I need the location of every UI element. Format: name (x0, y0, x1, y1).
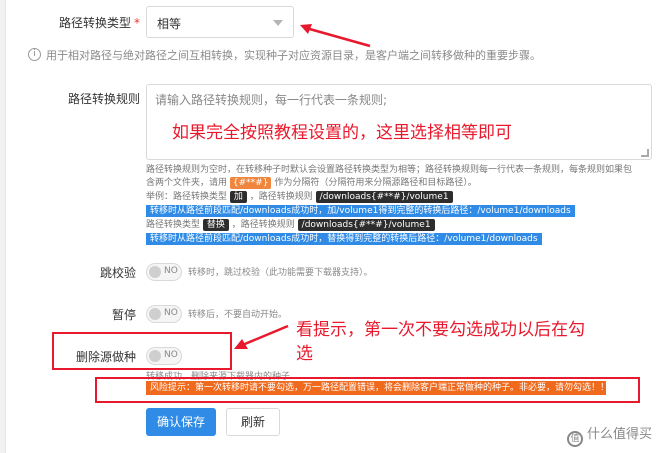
annotation-select-note: 如果完全按照教程设置的，这里选择相等即可 (172, 123, 512, 143)
example1-type-code: 加 (229, 191, 247, 203)
left-panel-edge (0, 0, 6, 453)
pause-toggle[interactable]: NO (146, 305, 182, 323)
example1-rule-code: /downloads{#**#}/volume1 (315, 191, 453, 203)
watermark: 值什么值得买 (566, 423, 652, 447)
watermark-logo-icon: 值 (566, 431, 583, 447)
rules-example2-result: 转移时从路径前段匹配/downloads成功时，替换得到完整的转换后路径：/vo… (146, 233, 542, 245)
path-type-hint: 用于相对路径与绝对路径之间互相转换，实现种子对应资源目录，是客户端之间转移做种的… (46, 49, 541, 62)
path-type-label: 路径转换类型 * (58, 16, 140, 30)
annotation-arrow-icon (300, 24, 371, 48)
risk-warning-banner: 风险提示：第一次转移时请不要勾选，万一路径配置错误，将会删除客户端正常做种的种子… (146, 381, 606, 395)
chevron-down-icon (273, 20, 283, 26)
annotation-check-note: 看提示，第一次不要勾选成功以后在勾 选 (296, 320, 585, 364)
toggle-knob (149, 350, 161, 362)
delete-source-label: 删除源做种 (75, 350, 136, 364)
path-type-select[interactable]: 相等 (146, 6, 294, 38)
confirm-save-button[interactable]: 确认保存 (146, 408, 216, 436)
rules-example2: 路径转换类型 替换 ，路径转换规则 /downloads{#**#}/volum… (146, 219, 435, 231)
rules-help-line1: 路径转换规则为空时，在转移种子时默认会设置路径转换类型为相等；路径转换规则每一行… (146, 165, 633, 175)
example2-type-code: 替换 (202, 219, 229, 231)
rules-placeholder: 请输入路径转换规则，每一行代表一条规则; (155, 93, 388, 107)
example2-rule-code: /downloads{#**#}/volume1 (297, 219, 435, 231)
annotation-arrow-icon (234, 324, 289, 349)
rules-help-line2: 含两个文件夹，请用 {#**#} 作为分隔符（分隔符用来分隔源路径和目标路径）。 (146, 177, 477, 189)
pause-label: 暂停 (111, 308, 136, 322)
info-icon: i (28, 48, 41, 61)
pause-hint: 转移后，不要自动开始。 (188, 310, 288, 320)
toggle-knob (149, 266, 161, 278)
skip-check-hint: 转移时，跳过校验（此功能需要下载器支持）。 (188, 268, 373, 278)
path-type-selected-value: 相等 (157, 17, 182, 31)
required-mark: * (134, 16, 140, 30)
skip-check-toggle[interactable]: NO (146, 263, 182, 281)
resize-handle-icon[interactable] (641, 149, 649, 157)
rules-label: 路径转换规则 (67, 92, 140, 106)
toggle-knob (149, 308, 161, 320)
skip-check-label: 跳校验 (99, 266, 136, 280)
rules-example1: 举例：路径转换类型 加 ，路径转换规则 /downloads{#**#}/vol… (146, 191, 453, 203)
rules-example1-result: 转移时从路径前段匹配/downloads成功时，加/volume1得到完整的转换… (146, 205, 575, 217)
separator-code: {#**#} (229, 177, 272, 189)
refresh-button[interactable]: 刷新 (226, 408, 280, 436)
delete-source-toggle[interactable]: NO (146, 347, 182, 365)
